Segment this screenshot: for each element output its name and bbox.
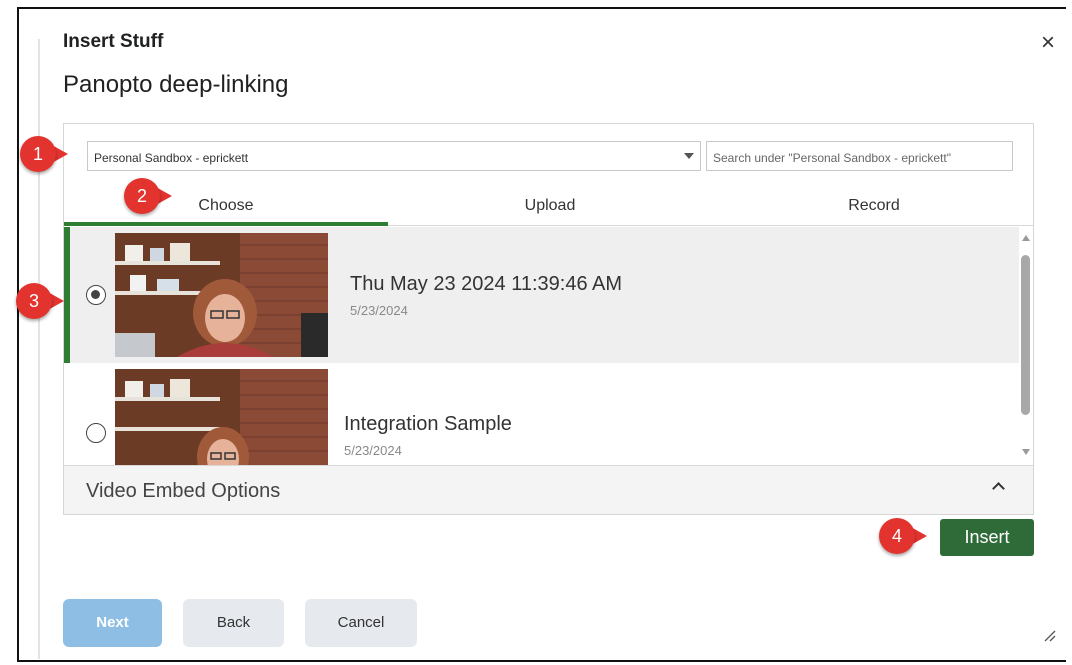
dialog-title: Insert Stuff [63,31,164,52]
insert-stuff-dialog: Insert Stuff × Panopto deep-linking Pers… [17,7,1066,662]
video-date: 5/23/2024 [350,303,408,318]
video-row[interactable]: Integration Sample 5/23/2024 [64,363,1019,465]
video-title[interactable]: Thu May 23 2024 11:39:46 AM [350,273,622,296]
scroll-down-icon[interactable] [1022,449,1030,455]
scroll-thumb[interactable] [1021,255,1030,415]
search-input[interactable]: Search under "Personal Sandbox - epricke… [706,141,1013,171]
next-button[interactable]: Next [63,599,162,647]
chevron-up-icon [992,482,1005,495]
video-embed-options-toggle[interactable]: Video Embed Options [64,465,1033,514]
video-thumbnail-image [115,233,328,357]
callout-number: 2 [124,178,160,214]
video-list: Thu May 23 2024 11:39:46 AM 5/23/2024 In… [64,227,1033,465]
caret-down-icon [684,153,694,159]
scroll-up-icon[interactable] [1022,235,1030,241]
video-list-scrollbar[interactable] [1017,227,1033,465]
video-title[interactable]: Integration Sample [344,413,512,436]
video-date: 5/23/2024 [344,443,402,458]
search-placeholder: Search under "Personal Sandbox - epricke… [713,151,951,165]
tab-upload[interactable]: Upload [388,184,712,226]
video-thumbnail-image [115,369,328,465]
folder-select-value: Personal Sandbox - eprickett [94,151,249,165]
video-row[interactable]: Thu May 23 2024 11:39:46 AM 5/23/2024 [64,227,1019,363]
video-thumbnail[interactable] [115,369,328,465]
video-radio-selected[interactable] [86,285,106,305]
back-button[interactable]: Back [183,599,284,647]
callout-number: 3 [16,283,52,319]
panopto-frame: Personal Sandbox - eprickett Search unde… [63,123,1034,515]
video-embed-options-label: Video Embed Options [86,480,281,502]
insert-button[interactable]: Insert [940,519,1034,556]
callout-number: 1 [20,136,56,172]
resize-grip-icon[interactable] [1041,627,1057,643]
radio-dot [91,290,100,299]
video-radio[interactable] [86,423,106,443]
dialog-subtitle: Panopto deep-linking [63,71,289,98]
folder-select[interactable]: Personal Sandbox - eprickett [87,141,701,171]
cancel-button[interactable]: Cancel [305,599,417,647]
tab-bar: Choose Upload Record [64,184,1033,226]
dialog-left-rule [38,39,40,659]
close-icon[interactable]: × [1034,31,1062,59]
tab-choose[interactable]: Choose [64,184,388,226]
callout-number: 4 [879,518,915,554]
tab-record[interactable]: Record [712,184,1036,226]
video-thumbnail[interactable] [115,233,328,357]
